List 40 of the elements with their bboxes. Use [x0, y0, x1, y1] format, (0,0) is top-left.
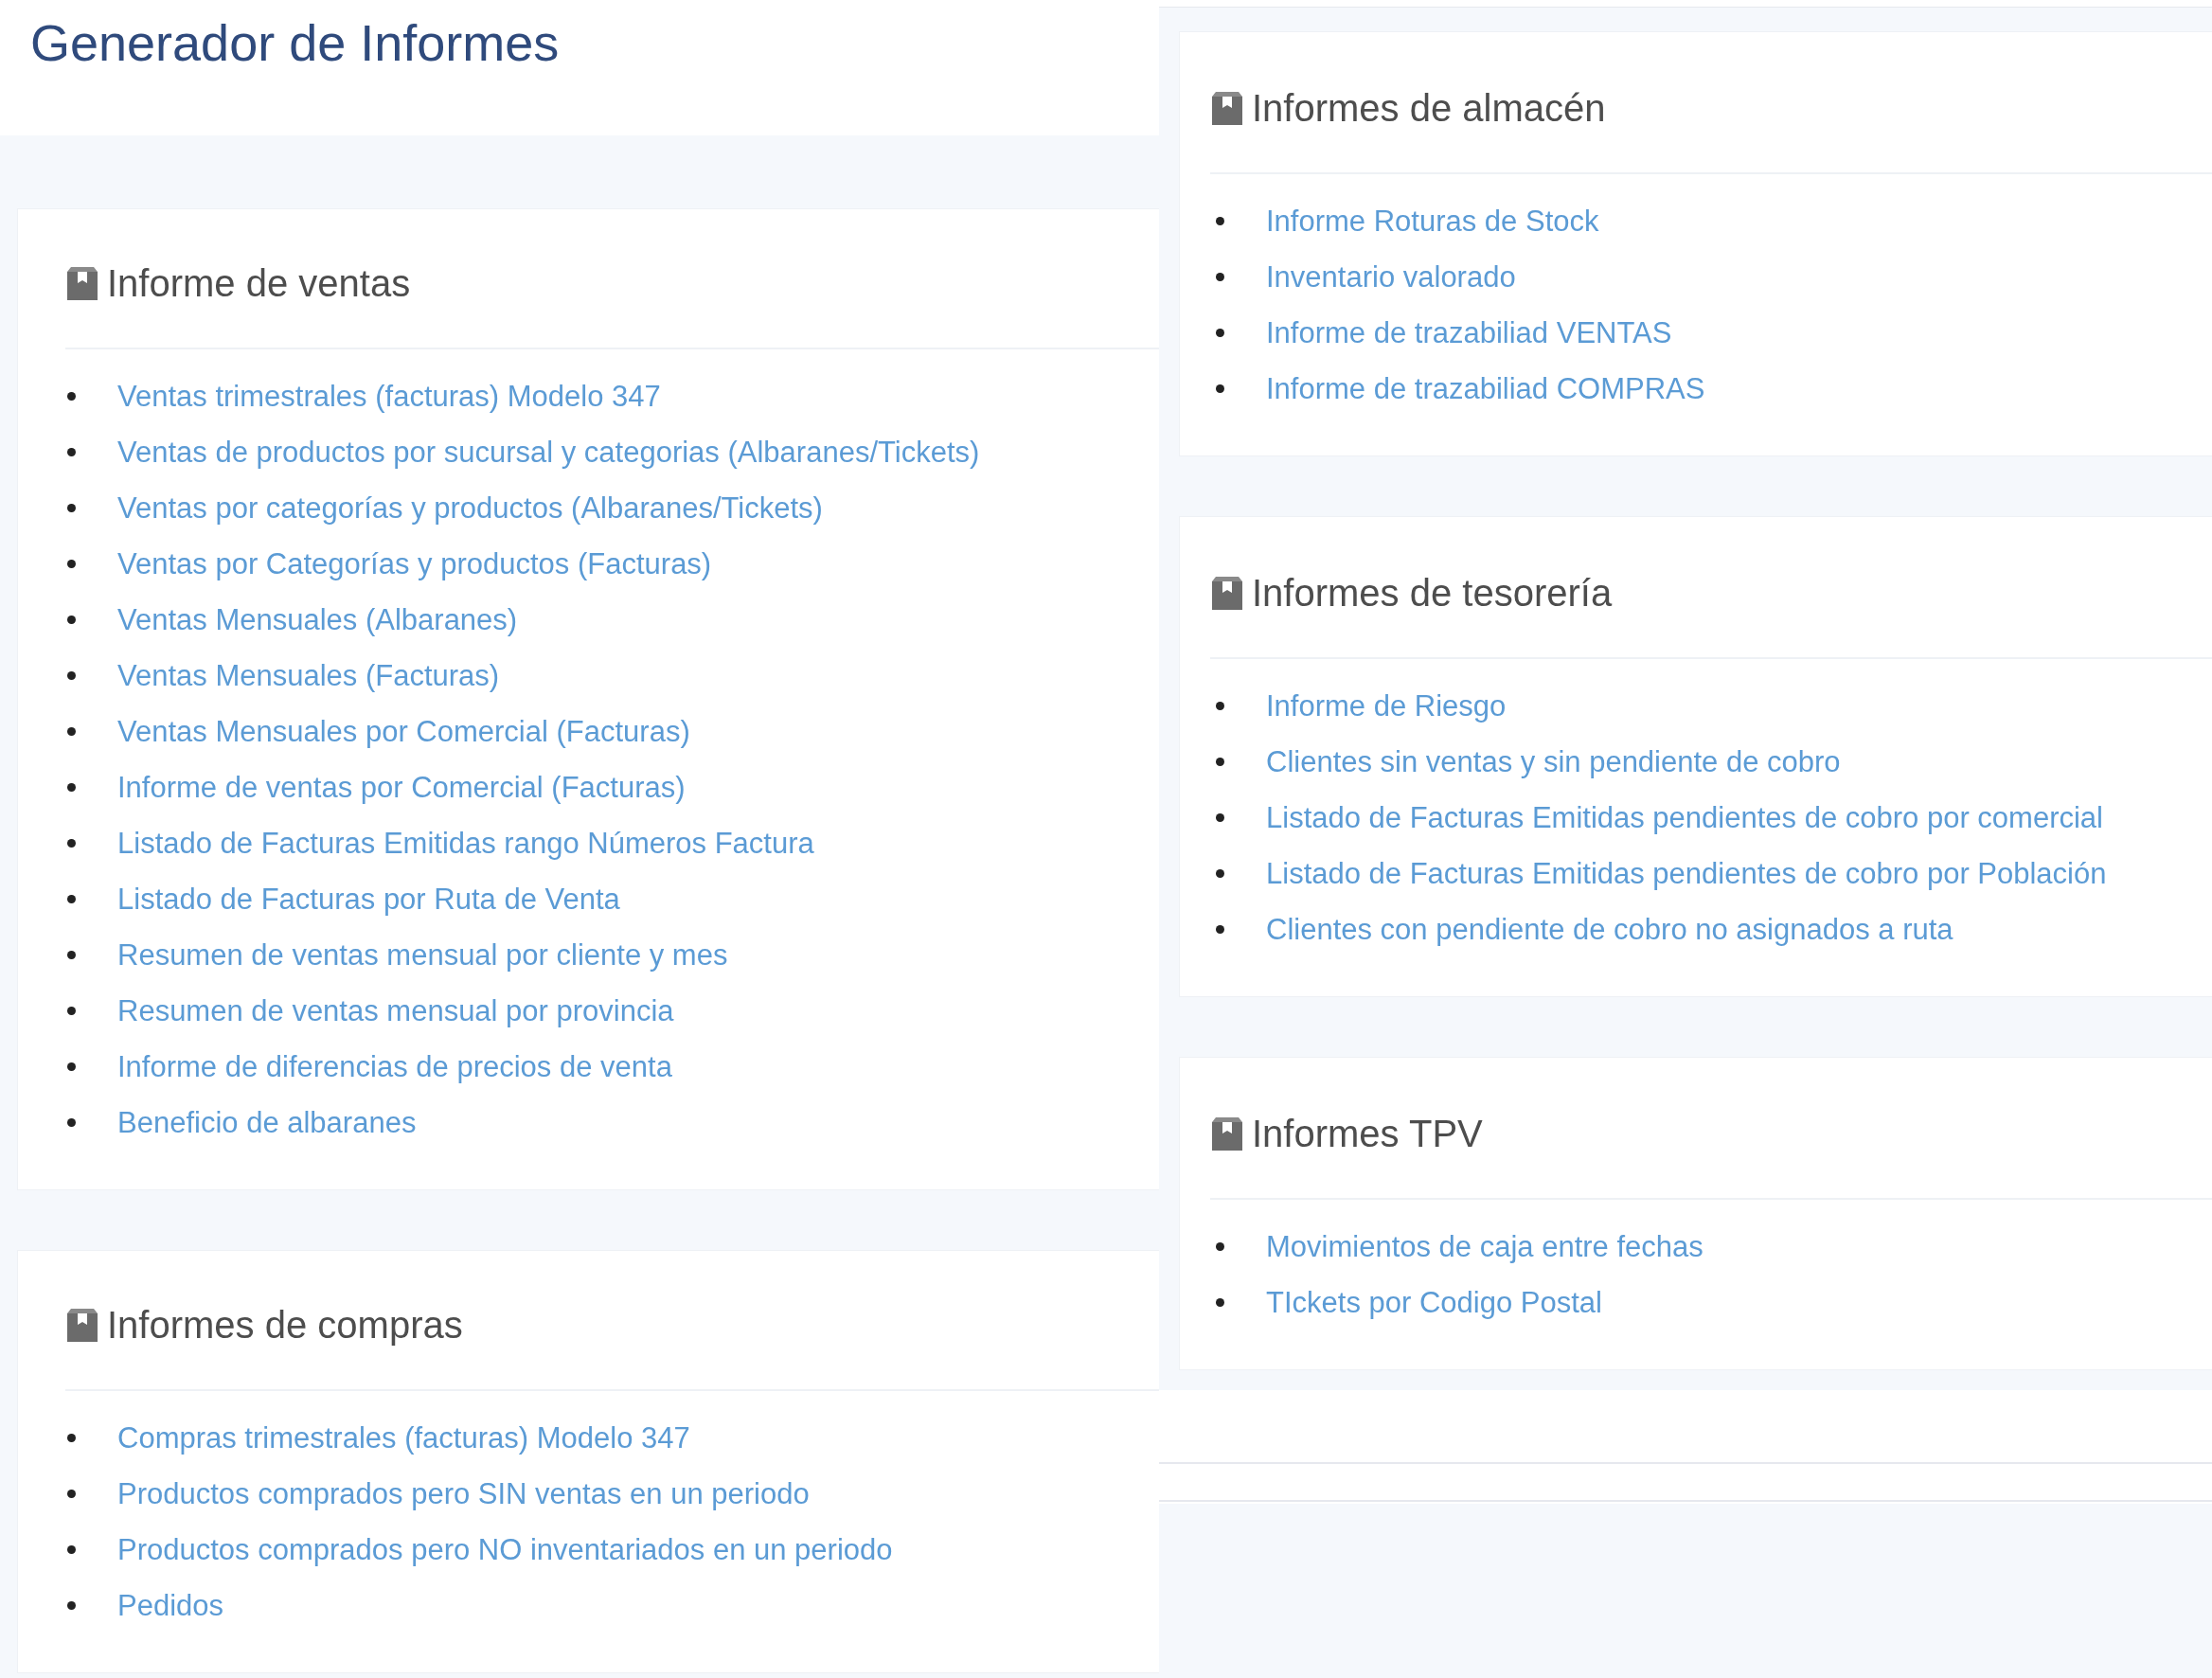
report-link[interactable]: Listado de Facturas Emitidas pendientes de cobro por comercial [1266, 798, 2103, 837]
report-link[interactable]: Clientes con pendiente de cobro no asignados a ruta [1266, 910, 1953, 949]
report-link[interactable]: Ventas por Categorías y productos (Facturas) [117, 544, 712, 583]
section-heading: Informes TPV [1252, 1112, 1483, 1156]
report-link[interactable]: Informe de Riesgo [1266, 687, 1507, 725]
report-link[interactable]: Ventas Mensuales (Facturas) [117, 656, 500, 695]
page-title: Generador de Informes [30, 13, 560, 73]
report-link[interactable]: Listado de Facturas Emitidas pendientes de cobro por Población [1266, 854, 2107, 893]
report-link[interactable]: Listado de Facturas Emitidas rango Números Factura [117, 824, 814, 863]
report-link[interactable]: Resumen de ventas mensual por cliente y mes [117, 936, 728, 974]
report-link[interactable]: Informe de trazabiliad COMPRAS [1266, 369, 1705, 408]
report-link[interactable]: Listado de Facturas por Ruta de Venta [117, 880, 620, 919]
box-icon [65, 1308, 99, 1342]
report-link[interactable]: Informe de diferencias de precios de venta [117, 1047, 672, 1086]
report-link[interactable]: Clientes sin ventas y sin pendiente de cobro [1266, 742, 1841, 781]
box-icon [1210, 1116, 1244, 1151]
report-link[interactable]: TIckets por Codigo Postal [1266, 1283, 1602, 1322]
box-icon [65, 266, 99, 300]
report-link[interactable]: Compras trimestrales (facturas) Modelo 347 [117, 1419, 690, 1457]
report-link[interactable]: Inventario valorado [1266, 258, 1516, 296]
report-link[interactable]: Ventas Mensuales (Albaranes) [117, 600, 518, 639]
report-link[interactable]: Productos comprados pero NO inventariados en un periodo [117, 1530, 893, 1569]
report-link[interactable]: Ventas por categorías y productos (Albaranes/Tickets) [117, 489, 823, 527]
box-icon [1210, 91, 1244, 125]
report-link[interactable]: Beneficio de albaranes [117, 1103, 417, 1142]
report-link[interactable]: Informe de ventas por Comercial (Facturas) [117, 768, 686, 807]
report-link[interactable]: Ventas Mensuales por Comercial (Facturas) [117, 712, 690, 751]
report-link[interactable]: Ventas trimestrales (facturas) Modelo 347 [117, 377, 661, 416]
report-link[interactable]: Productos comprados pero SIN ventas en un periodo [117, 1474, 810, 1513]
report-link[interactable]: Ventas de productos por sucursal y categorias (Albaranes/Tickets) [117, 433, 980, 472]
section-heading: Informe de ventas [107, 261, 411, 306]
report-link[interactable]: Informe Roturas de Stock [1266, 202, 1599, 241]
report-link[interactable]: Resumen de ventas mensual por provincia [117, 991, 674, 1030]
section-heading: Informes de almacén [1252, 86, 1606, 131]
report-link[interactable]: Informe de trazabiliad VENTAS [1266, 313, 1672, 352]
report-link[interactable]: Pedidos [117, 1586, 224, 1625]
section-heading: Informes de tesorería [1252, 571, 1613, 616]
box-icon [1210, 576, 1244, 610]
report-link[interactable]: Movimientos de caja entre fechas [1266, 1227, 1704, 1266]
section-heading: Informes de compras [107, 1303, 463, 1348]
